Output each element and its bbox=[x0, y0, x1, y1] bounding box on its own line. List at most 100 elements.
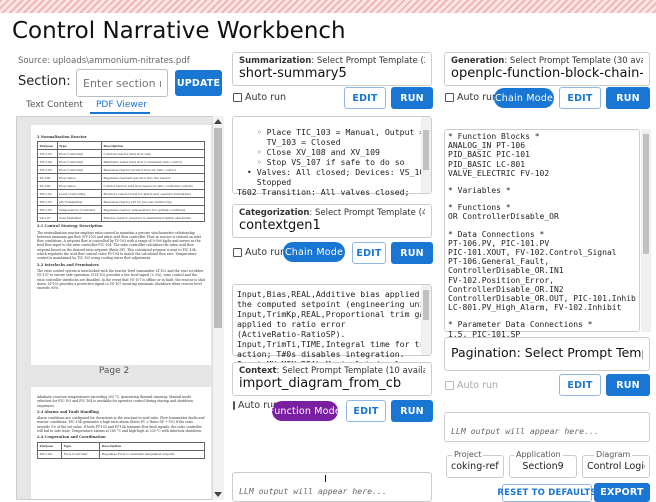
table-row: PIC-102 Level Controlling Monitors reactor… bbox=[37, 189, 206, 199]
pdf-viewer[interactable]: 2 Normalization Reactor Purpose Type Des… bbox=[16, 116, 224, 500]
context-label-rest: : Select Prompt Template (10 available) … bbox=[276, 366, 425, 376]
categorization-auto-run[interactable]: Auto run bbox=[233, 247, 286, 258]
project-label: Project bbox=[452, 450, 484, 459]
summarization-output-text: ◦ Place TIC_103 = Manual, Output = 0% → … bbox=[237, 127, 427, 197]
output-line: ControllerDisable_OR.OUT, PIC-101.Inhibi… bbox=[448, 294, 636, 304]
table-cell: Regulates Flow to maintain designated se… bbox=[99, 449, 205, 459]
output-line: ANALOG_IN PT-106 bbox=[448, 141, 526, 151]
generation-chain-mode-toggle[interactable]: Chain Mode bbox=[494, 88, 554, 108]
checkbox-icon[interactable] bbox=[233, 248, 242, 257]
generation-run-button[interactable]: RUN bbox=[606, 87, 650, 109]
output-line: the computed setpoint (engineering units… bbox=[237, 299, 427, 309]
output-line: • Valves: All closed; Devices: VS_107 bbox=[237, 167, 427, 177]
categorization-run-button[interactable]: RUN bbox=[391, 242, 433, 264]
output-line: OR ControllerDisable_OR bbox=[448, 212, 559, 222]
table-cell: Monitors reactor level for alarm and ope… bbox=[100, 189, 206, 199]
project-value: coking-refinery bbox=[451, 461, 499, 472]
output-line: FV-102.Position_Error, bbox=[448, 275, 554, 285]
summarization-edit-button[interactable]: EDIT bbox=[344, 87, 386, 109]
generation-scrollbar-thumb[interactable] bbox=[643, 134, 649, 254]
summarization-auto-run[interactable]: Auto run bbox=[233, 92, 286, 103]
table-cell: PIC-102 bbox=[37, 189, 58, 199]
output-line: Input,TrimKp,REAL,Proportional trim gain bbox=[237, 309, 427, 319]
generation-auto-run[interactable]: Auto run bbox=[445, 92, 498, 103]
scroll-down-icon[interactable] bbox=[214, 492, 222, 497]
context-auto-run[interactable]: Auto run bbox=[233, 400, 279, 411]
generation-template-select[interactable]: Generation: Select Prompt Template (30 a… bbox=[444, 52, 650, 86]
table-cell: Flow Controller bbox=[56, 165, 102, 175]
section-input[interactable] bbox=[76, 69, 168, 97]
table-cell: Flow Controller bbox=[56, 157, 102, 167]
scroll-up-icon[interactable] bbox=[214, 119, 222, 124]
checkbox-icon[interactable] bbox=[445, 381, 454, 390]
context-output[interactable]: LLM output will appear here... bbox=[232, 472, 432, 502]
pdf-table-header: Description bbox=[100, 141, 206, 151]
output-line: TV_103 = Closed bbox=[237, 137, 341, 147]
source-path: Source: uploads\ammonium-nitrates.pdf bbox=[18, 56, 190, 66]
summarization-run-button[interactable]: RUN bbox=[391, 87, 433, 109]
pdf-heading: 2 Normalization Reactor bbox=[37, 135, 87, 139]
categorization-template-select[interactable]: Categorization: Select Prompt Template (… bbox=[232, 204, 432, 238]
checkbox-icon[interactable] bbox=[233, 401, 235, 410]
output-line: * Variables * bbox=[448, 186, 511, 196]
table-cell: TIC-105 bbox=[37, 165, 58, 175]
table-row: XV-108 Flow Valve Regulates reactant gas f… bbox=[37, 173, 206, 183]
categorization-value: contextgen1 bbox=[239, 218, 321, 233]
categorization-output[interactable]: Input,Bias,REAL,Additive bias applied to… bbox=[232, 284, 432, 369]
pdf-table-header: Description bbox=[99, 441, 205, 451]
table-row: PIC-105 Temperature Controller Regulates r… bbox=[37, 205, 206, 215]
output-line: * Functions * bbox=[448, 203, 511, 213]
application-label: Application bbox=[514, 450, 563, 459]
table-cell: Ensures reactor pressure is maintained w… bbox=[100, 213, 206, 223]
pagination-edit-button[interactable]: EDIT bbox=[559, 374, 601, 396]
summarization-template-select[interactable]: Summarization: Select Prompt Template (2… bbox=[232, 52, 432, 86]
diagram-value: Control Logic bbox=[587, 461, 645, 472]
update-button[interactable]: UPDATE bbox=[175, 70, 222, 96]
output-line: PIC-101.XOUT, FV-102.Control_Signal bbox=[448, 248, 617, 258]
table-cell: Flow Valve bbox=[56, 173, 102, 183]
table-row: TIC-104 Flow Controller Maintains water in… bbox=[37, 157, 206, 167]
output-line: ControllerDisable_OR.IN1 bbox=[448, 266, 564, 276]
checkbox-icon[interactable] bbox=[233, 93, 242, 102]
checkbox-icon[interactable] bbox=[445, 93, 454, 102]
generation-edit-button[interactable]: EDIT bbox=[559, 87, 601, 109]
pagination-auto-run[interactable]: Auto run bbox=[445, 380, 498, 391]
pagination-value: Pagination: Select Prompt Template (... bbox=[451, 345, 643, 360]
table-cell: Flow Controller bbox=[61, 449, 101, 459]
viewer-scrollbar-thumb[interactable] bbox=[214, 128, 222, 328]
output-line: ◦ Place TIC_103 = Manual, Output = 0% → bbox=[256, 127, 425, 137]
pdf-paragraph: The neutralization reactor employs ratio… bbox=[37, 230, 202, 261]
pdf-table-header: Purpose bbox=[37, 141, 58, 151]
tab-pdf-viewer[interactable]: PDF Viewer bbox=[96, 100, 147, 110]
top-stripe bbox=[0, 0, 656, 13]
context-value: import_diagram_from_cb bbox=[239, 376, 402, 391]
reset-to-defaults-button[interactable]: RESET TO DEFAULTS bbox=[497, 484, 596, 502]
context-edit-button[interactable]: EDIT bbox=[346, 400, 386, 422]
tab-text-content[interactable]: Text Content bbox=[26, 100, 83, 110]
table-row: PIC-103 pH Transmitter Measures reactor pH… bbox=[37, 197, 206, 207]
output-line: Stopped bbox=[237, 177, 292, 187]
summarization-scrollbar-thumb[interactable] bbox=[423, 130, 429, 170]
summarization-output[interactable]: ◦ Place TIC_103 = Manual, Output = 0% → … bbox=[232, 116, 432, 197]
text-cursor-icon: I bbox=[324, 474, 327, 485]
pagination-output[interactable]: LLM output will appear here... bbox=[444, 412, 650, 442]
output-line: ◦ Close XV_108 and XV_109 bbox=[237, 147, 380, 157]
table-cell: Flow Valve bbox=[56, 181, 102, 191]
generation-label: Generation bbox=[451, 56, 505, 66]
pagination-run-button[interactable]: RUN bbox=[606, 374, 650, 396]
categorization-scrollbar-thumb[interactable] bbox=[423, 290, 429, 320]
pagination-template-select[interactable]: Pagination: Select Prompt Template (... bbox=[444, 337, 650, 371]
application-value: Section9 bbox=[522, 461, 564, 472]
context-function-mode-toggle[interactable]: Function Mode bbox=[269, 401, 341, 421]
table-cell: TIC-103 bbox=[37, 149, 58, 159]
pdf-paragraph: Alarm conditions are configured for devi… bbox=[37, 416, 205, 434]
context-run-button[interactable]: RUN bbox=[391, 400, 433, 422]
export-button[interactable]: EXPORT bbox=[594, 483, 650, 502]
context-template-select[interactable]: Context: Select Prompt Template (10 avai… bbox=[232, 362, 432, 396]
categorization-chain-mode-toggle[interactable]: Chain Mode bbox=[283, 242, 345, 262]
generation-output[interactable]: * Function Blocks * ANALOG_IN PT-106 PID_B… bbox=[444, 129, 640, 339]
table-cell: VS-107 bbox=[37, 213, 58, 223]
categorization-edit-button[interactable]: EDIT bbox=[352, 242, 386, 264]
auto-run-label: Auto run bbox=[245, 92, 287, 103]
